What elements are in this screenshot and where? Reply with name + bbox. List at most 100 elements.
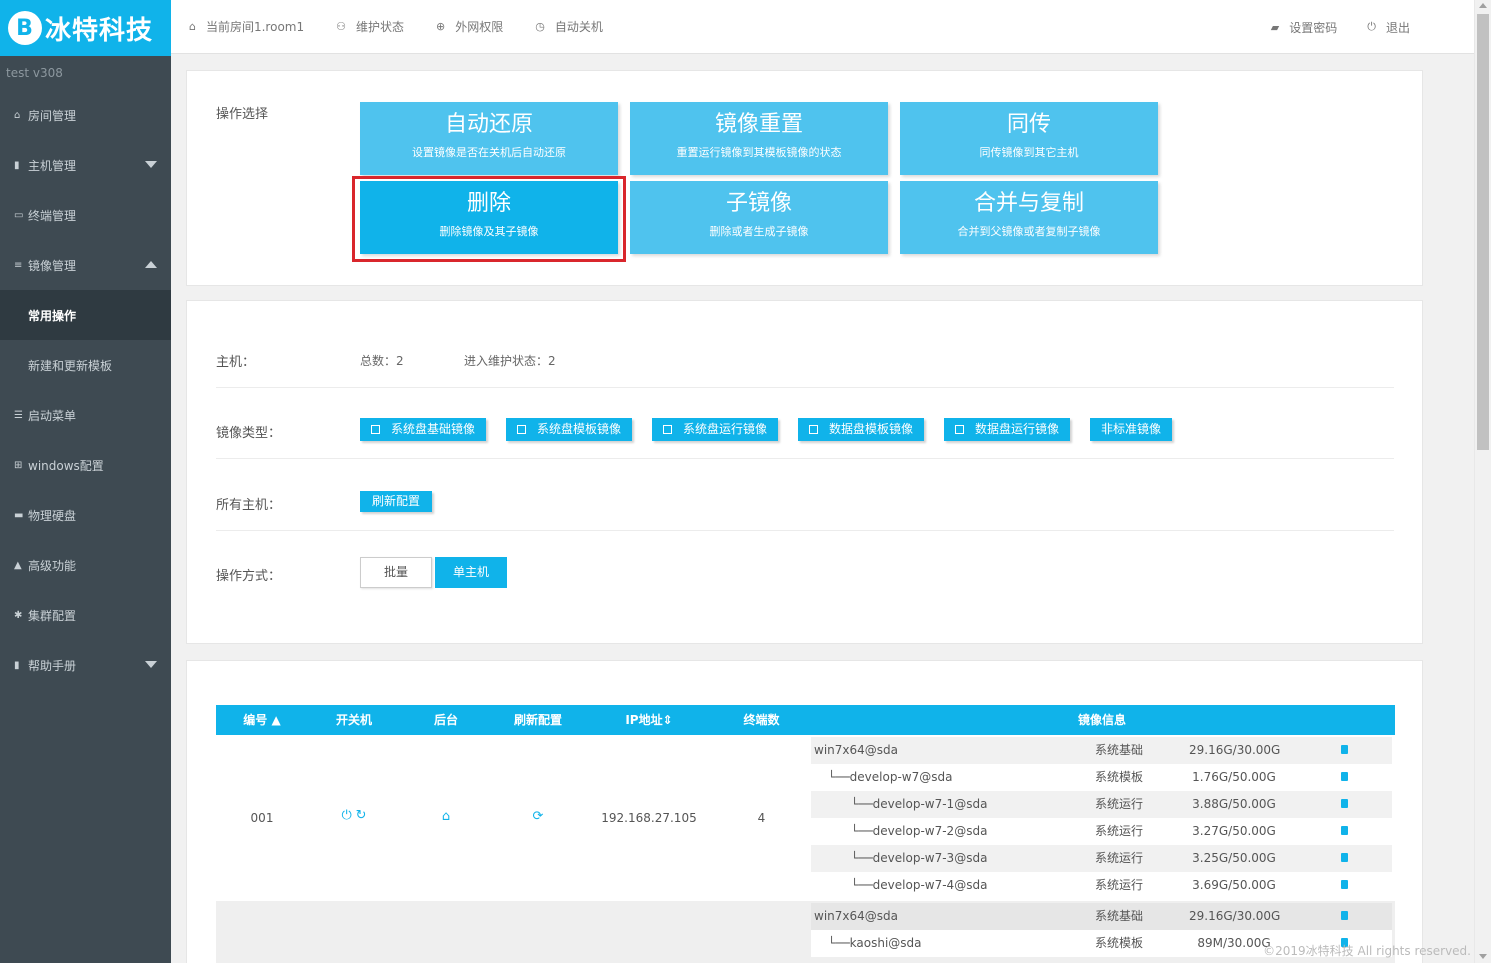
image-name: └──develop-w7-1@sda: [851, 797, 988, 811]
sidebar-item-disks[interactable]: ▬ 物理硬盘: [0, 490, 171, 540]
op-card-subtitle: 同传镜像到其它主机: [979, 146, 1079, 159]
sidebar-item-hosts[interactable]: ▮ 主机管理: [0, 140, 171, 190]
sidebar-item-terminals[interactable]: ▭ 终端管理: [0, 190, 171, 240]
image-name: win7x64@sda: [814, 909, 898, 923]
sidebar-item-windows[interactable]: ⊞ windows配置: [0, 440, 171, 490]
sidebar-item-label: windows配置: [28, 458, 104, 473]
image-row: └──develop-w7-2@sda 系统运行 3.27G/50.00G: [811, 818, 1392, 845]
image-type: 系统运行: [1095, 878, 1144, 892]
refresh-icon[interactable]: ⟳: [533, 809, 544, 824]
auto-shutdown-link[interactable]: ◷ 自动关机: [535, 18, 603, 35]
op-card-auto-restore[interactable]: 自动还原 设置镜像是否在关机后自动还原: [360, 102, 618, 175]
image-size: 3.25G/50.00G: [1192, 851, 1276, 865]
set-password-link[interactable]: ▰ 设置密码: [1271, 19, 1337, 36]
tag-label: 数据盘模板镜像: [829, 422, 914, 436]
operation-panel: 操作选择 自动还原 设置镜像是否在关机后自动还原 镜像重置 重置运行镜像到其模板…: [186, 70, 1423, 286]
host-total: 总数：2: [360, 354, 404, 368]
op-card-image-reset[interactable]: 镜像重置 重置运行镜像到其模板镜像的状态: [630, 102, 888, 175]
lock-icon: ▰: [1270, 20, 1280, 34]
image-name: └──kaoshi@sda: [828, 936, 922, 950]
op-card-subtitle: 删除或者生成子镜像: [709, 225, 809, 238]
image-size: 29.16G/30.00G: [1189, 743, 1281, 757]
scroll-up-icon[interactable]: [1479, 3, 1487, 8]
image-name: └──develop-w7-2@sda: [851, 824, 988, 838]
image-row: └──develop-w7-1@sda 系统运行 3.88G/50.00G: [811, 791, 1392, 818]
mode-single-button[interactable]: 单主机: [435, 557, 507, 588]
trash-icon[interactable]: [1341, 880, 1348, 889]
op-card-title: 同传: [1006, 112, 1051, 137]
maintain-status-link[interactable]: ⚇ 维护状态: [336, 18, 404, 35]
op-card-merge-copy[interactable]: 合并与复制 合并到父镜像或者复制子镜像: [900, 181, 1158, 254]
trash-icon[interactable]: [1341, 799, 1348, 808]
trash-icon[interactable]: [1341, 772, 1348, 781]
sidebar-item-advanced[interactable]: ▲ 高级功能: [0, 540, 171, 590]
sidebar-item-help[interactable]: ▮ 帮助手册: [0, 640, 171, 690]
maintain-status-label: 维护状态: [356, 20, 405, 34]
scroll-down-icon[interactable]: [1479, 954, 1487, 959]
image-type: 系统模板: [1095, 936, 1144, 950]
sidebar-item-images[interactable]: ≡ 镜像管理: [0, 240, 171, 290]
topbar: ⌂ 当前房间1.room1 ⚇ 维护状态 ⊕ 外网权限 ◷ 自动关机 ▰ 设置密…: [171, 0, 1474, 54]
network-permission-link[interactable]: ⊕ 外网权限: [436, 18, 503, 35]
image-type-system-run[interactable]: 系统盘运行镜像: [652, 418, 779, 441]
checkbox-icon: [663, 425, 672, 434]
host-terminals: 4: [757, 811, 766, 825]
sidebar-item-rooms[interactable]: ⌂ 房间管理: [0, 90, 171, 140]
sidebar-item-label: 物理硬盘: [28, 508, 77, 523]
image-type-nonstandard[interactable]: 非标准镜像: [1090, 418, 1173, 441]
column-ip[interactable]: IP地址⇕: [584, 705, 714, 735]
column-backend: 后台: [433, 713, 458, 727]
op-card-title: 合并与复制: [973, 191, 1084, 216]
column-id[interactable]: 编号 ▲: [216, 705, 308, 735]
operation-label: 操作选择: [216, 107, 269, 122]
sort-icon: ⇕: [662, 713, 673, 727]
op-card-subtitle: 重置运行镜像到其模板镜像的状态: [676, 146, 842, 159]
restart-icon[interactable]: ↻: [356, 808, 367, 823]
current-room-link[interactable]: ⌂ 当前房间1.room1: [189, 18, 304, 35]
sidebar-subitem-common-ops[interactable]: 常用操作: [0, 290, 171, 340]
tag-label: 系统盘模板镜像: [537, 422, 622, 436]
trash-icon[interactable]: [1341, 826, 1348, 835]
refresh-config-button[interactable]: 刷新配置: [360, 491, 433, 512]
table-header: 编号 ▲ 开关机 后台 刷新配置 IP地址⇕ 终端数 镜像信息: [216, 705, 1395, 735]
image-size: 3.27G/50.00G: [1192, 824, 1276, 838]
brand-name: 冰特科技: [45, 15, 154, 46]
power-icon: ⏻: [1367, 20, 1376, 33]
host-ip: 192.168.27.105: [601, 811, 697, 825]
trash-icon[interactable]: [1341, 745, 1348, 754]
image-row: └──develop-w7-4@sda 系统运行 3.69G/50.00G: [811, 872, 1392, 899]
op-card-child-image[interactable]: 子镜像 删除或者生成子镜像: [630, 181, 888, 254]
home-icon[interactable]: ⌂: [442, 809, 450, 824]
sidebar-subitem-templates[interactable]: 新建和更新模板: [0, 340, 171, 390]
server-icon: ▮: [14, 159, 20, 171]
sidebar-item-cluster[interactable]: ✱ 集群配置: [0, 590, 171, 640]
scrollbar[interactable]: [1474, 0, 1491, 963]
image-type: 系统运行: [1095, 797, 1144, 811]
mode-batch-button[interactable]: 批量: [360, 557, 432, 588]
image-row: └──develop-w7-3@sda 系统运行 3.25G/50.00G: [811, 845, 1392, 872]
trash-icon[interactable]: [1341, 853, 1348, 862]
scroll-thumb[interactable]: [1477, 14, 1489, 450]
home-icon: ⌂: [189, 20, 196, 33]
image-type-system-template[interactable]: 系统盘模板镜像: [506, 418, 633, 441]
image-type-data-run[interactable]: 数据盘运行镜像: [944, 418, 1071, 441]
op-card-transfer[interactable]: 同传 同传镜像到其它主机: [900, 102, 1158, 175]
windows-icon: ⊞: [14, 459, 23, 471]
column-terminals: 终端数: [743, 713, 780, 727]
image-type-system-base[interactable]: 系统盘基础镜像: [360, 418, 487, 441]
checkbox-icon: [809, 425, 818, 434]
host-label: 主机：: [216, 355, 256, 370]
sidebar: B 冰特科技 test v308 ⌂ 房间管理 ▮ 主机管理 ▭ 终端管理 ≡ …: [0, 0, 171, 963]
op-card-title: 子镜像: [725, 191, 792, 216]
logout-link[interactable]: ⏻ 退出: [1367, 19, 1410, 36]
monitor-icon: ▭: [14, 209, 24, 221]
sidebar-item-boot-menu[interactable]: ☰ 启动菜单: [0, 390, 171, 440]
power-icon[interactable]: ⏻: [341, 808, 351, 823]
image-size: 1.76G/50.00G: [1192, 770, 1276, 784]
sidebar-item-label: 帮助手册: [28, 658, 77, 673]
trash-icon[interactable]: [1341, 911, 1348, 920]
set-password-label: 设置密码: [1289, 20, 1338, 35]
image-type-data-template[interactable]: 数据盘模板镜像: [798, 418, 925, 441]
image-name: └──develop-w7@sda: [828, 770, 953, 784]
brand-logo[interactable]: B 冰特科技: [0, 0, 171, 56]
